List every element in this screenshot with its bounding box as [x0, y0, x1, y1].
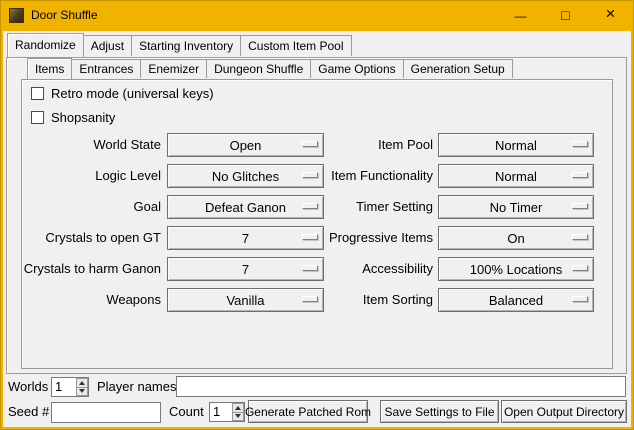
minimize-button[interactable]: —	[498, 0, 543, 30]
dropdown-indicator-icon	[572, 296, 588, 302]
dropdown-value: No Timer	[490, 200, 543, 215]
worlds-spinbox[interactable]: 1	[51, 377, 89, 397]
tab-label: Game Options	[318, 62, 395, 76]
player-names-label: Player names	[97, 377, 176, 397]
dropdown-value: Open	[230, 138, 262, 153]
dropdown-value: 7	[242, 262, 249, 277]
dropdown-indicator-icon	[572, 265, 588, 271]
retro-mode-label: Retro mode (universal keys)	[51, 86, 214, 101]
tab-custom-item-pool[interactable]: Custom Item Pool	[240, 35, 351, 56]
dropdown-value: On	[507, 231, 524, 246]
spinbox-value: 1	[52, 378, 76, 396]
accessibility-label: Accessibility	[281, 257, 433, 281]
tab-entrances[interactable]: Entrances	[71, 59, 141, 78]
logic-level-label: Logic Level	[11, 164, 161, 188]
accessibility-dropdown[interactable]: 100% Locations	[438, 257, 594, 281]
count-spinbox[interactable]: 1	[209, 402, 245, 422]
tab-game-options[interactable]: Game Options	[310, 59, 403, 78]
goal-label: Goal	[11, 195, 161, 219]
shopsanity-label: Shopsanity	[51, 110, 115, 125]
crystals-gt-label: Crystals to open GT	[11, 226, 161, 250]
item-pool-label: Item Pool	[281, 133, 433, 157]
button-label: Generate Patched Rom	[245, 405, 371, 419]
item-sorting-label: Item Sorting	[281, 288, 433, 312]
tab-label: Enemizer	[148, 62, 199, 76]
progressive-items-dropdown[interactable]: On	[438, 226, 594, 250]
window-title: Door Shuffle	[31, 0, 98, 30]
dropdown-value: Normal	[495, 138, 537, 153]
dropdown-value: No Glitches	[212, 169, 279, 184]
generate-patched-rom-button[interactable]: Generate Patched Rom	[248, 400, 368, 423]
retro-mode-checkbox[interactable]	[31, 87, 44, 100]
button-label: Save Settings to File	[384, 405, 494, 419]
tab-randomize[interactable]: Randomize	[7, 33, 84, 57]
titlebar[interactable]: Door Shuffle — □ ×	[0, 0, 634, 31]
button-label: Open Output Directory	[504, 405, 624, 419]
player-names-input[interactable]	[176, 376, 626, 397]
progressive-items-label: Progressive Items	[281, 226, 433, 250]
window-controls: — □ ×	[498, 0, 633, 30]
spin-down-button[interactable]	[76, 387, 88, 397]
tab-adjust[interactable]: Adjust	[83, 35, 132, 56]
dropdown-value: Vanilla	[226, 293, 264, 308]
window-content: Randomize Adjust Starting Inventory Cust…	[3, 31, 631, 427]
timer-setting-label: Timer Setting	[281, 195, 433, 219]
weapons-label: Weapons	[11, 288, 161, 312]
spin-down-button[interactable]	[232, 412, 244, 422]
tab-label: Starting Inventory	[139, 39, 233, 53]
dropdown-indicator-icon	[572, 203, 588, 209]
tab-label: Dungeon Shuffle	[214, 62, 303, 76]
close-button[interactable]: ×	[588, 0, 633, 30]
tab-generation-setup[interactable]: Generation Setup	[403, 59, 513, 78]
shopsanity-checkbox[interactable]	[31, 111, 44, 124]
tab-items[interactable]: Items	[27, 58, 72, 79]
tab-label: Adjust	[91, 39, 124, 53]
world-state-label: World State	[11, 133, 161, 157]
count-label: Count	[169, 402, 204, 422]
dropdown-indicator-icon	[572, 234, 588, 240]
dropdown-value: Normal	[495, 169, 537, 184]
worlds-label: Worlds	[8, 377, 48, 397]
tab-label: Randomize	[15, 38, 76, 52]
minimize-icon: —	[515, 9, 527, 23]
maximize-button[interactable]: □	[543, 0, 588, 30]
door-shuffle-window: Door Shuffle — □ × Randomize Adjust Star…	[0, 0, 634, 430]
dropdown-value: 7	[242, 231, 249, 246]
dropdown-indicator-icon	[572, 141, 588, 147]
open-output-directory-button[interactable]: Open Output Directory	[501, 400, 627, 423]
spinbox-arrows	[76, 378, 88, 396]
item-functionality-label: Item Functionality	[281, 164, 433, 188]
sub-tabbar: Items Entrances Enemizer Dungeon Shuffle…	[27, 58, 513, 78]
tab-dungeon-shuffle[interactable]: Dungeon Shuffle	[206, 59, 311, 78]
maximize-icon: □	[561, 7, 569, 23]
main-tabbar: Randomize Adjust Starting Inventory Cust…	[7, 33, 352, 56]
spinbox-arrows	[232, 403, 244, 421]
seed-label: Seed #	[8, 402, 49, 422]
dropdown-value: Balanced	[489, 293, 543, 308]
dropdown-value: Defeat Ganon	[205, 200, 286, 215]
seed-input[interactable]	[51, 402, 161, 423]
app-icon	[9, 8, 24, 23]
crystals-ganon-label: Crystals to harm Ganon	[11, 257, 161, 281]
item-functionality-dropdown[interactable]: Normal	[438, 164, 594, 188]
spinbox-value: 1	[210, 403, 232, 421]
tab-label: Generation Setup	[411, 62, 505, 76]
close-icon: ×	[606, 4, 616, 24]
timer-setting-dropdown[interactable]: No Timer	[438, 195, 594, 219]
tab-starting-inventory[interactable]: Starting Inventory	[131, 35, 241, 56]
item-pool-dropdown[interactable]: Normal	[438, 133, 594, 157]
dropdown-value: 100% Locations	[470, 262, 563, 277]
tab-label: Custom Item Pool	[248, 39, 343, 53]
tab-label: Entrances	[79, 62, 133, 76]
tab-label: Items	[35, 62, 64, 76]
item-sorting-dropdown[interactable]: Balanced	[438, 288, 594, 312]
tab-enemizer[interactable]: Enemizer	[140, 59, 207, 78]
dropdown-indicator-icon	[572, 172, 588, 178]
save-settings-button[interactable]: Save Settings to File	[380, 400, 499, 423]
